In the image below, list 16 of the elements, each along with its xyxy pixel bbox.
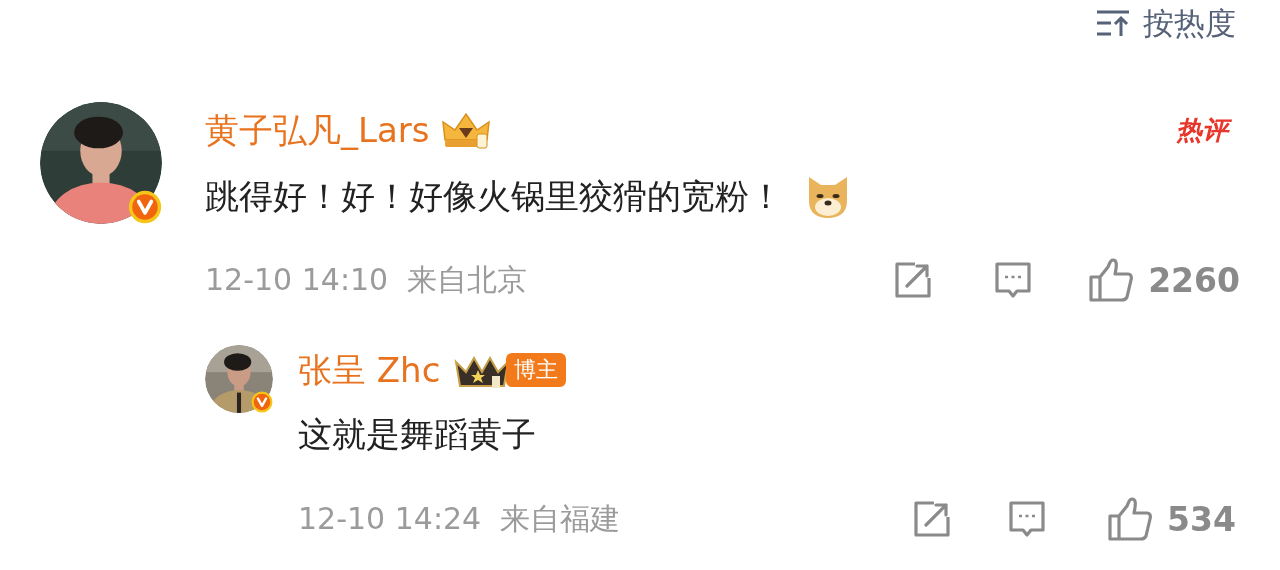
- sort-button[interactable]: 按热度: [1095, 7, 1236, 39]
- like-count: 2260: [1148, 263, 1240, 297]
- sort-icon: [1095, 8, 1131, 38]
- thumbs-up-icon[interactable]: [1088, 257, 1135, 303]
- comment-text: 跳得好！好！好像火锅里狡猾的宽粉！: [205, 179, 783, 213]
- comment-icon[interactable]: [1007, 499, 1048, 539]
- share-icon[interactable]: [893, 260, 934, 300]
- share-icon[interactable]: [912, 499, 953, 539]
- like-count: 534: [1167, 502, 1236, 536]
- reply-text: 这就是舞蹈黄子: [298, 417, 536, 451]
- comment-meta: 12-10 14:10 来自北京: [205, 265, 528, 295]
- username[interactable]: 张呈 Zhc: [298, 353, 441, 387]
- reply-meta: 12-10 14:24 来自福建: [298, 504, 621, 534]
- author-badge: 博主: [506, 353, 567, 387]
- thumbs-up-icon[interactable]: [1107, 496, 1154, 542]
- comment-icon[interactable]: [993, 260, 1034, 300]
